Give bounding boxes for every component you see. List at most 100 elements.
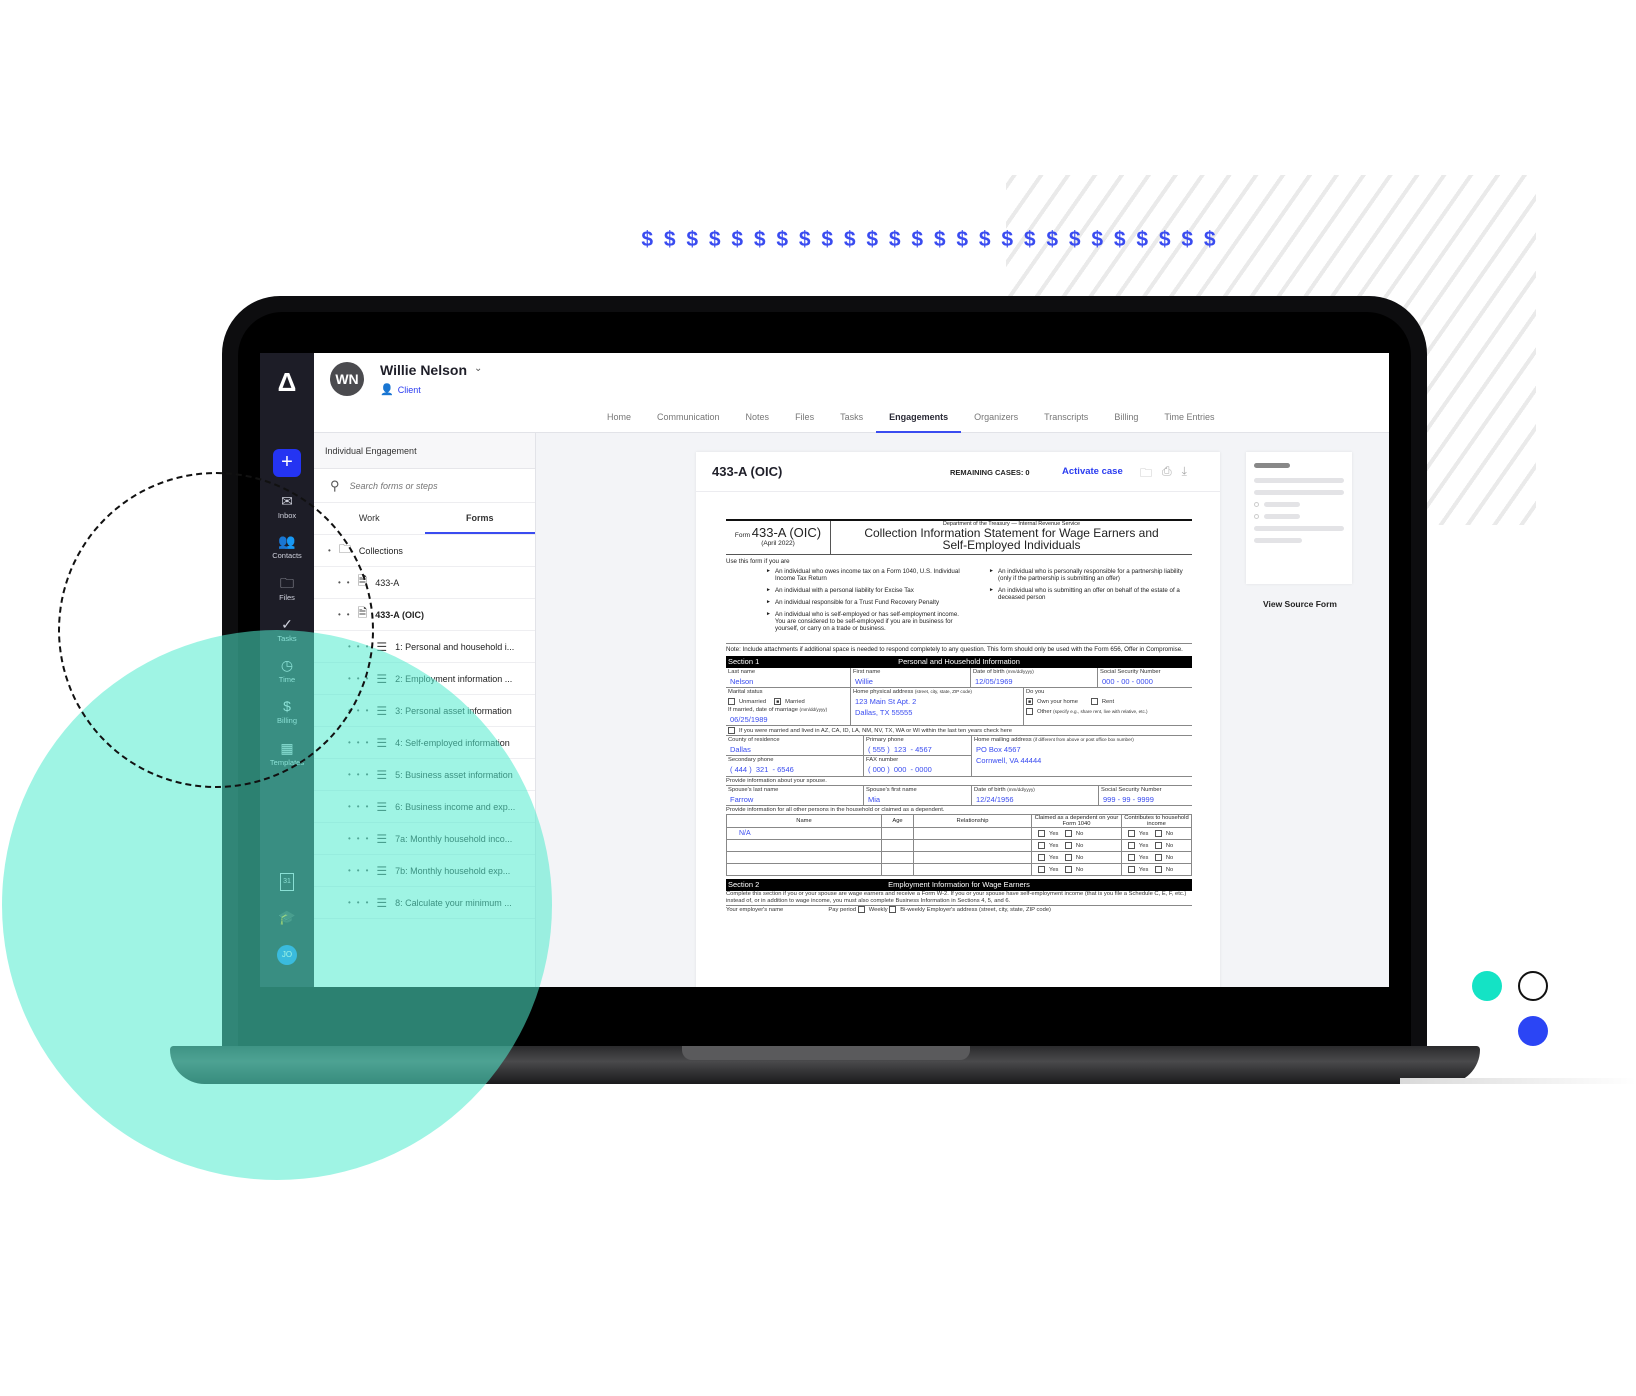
section-1-header: Section 1 Personal and Household Informa… [726, 656, 1192, 668]
household-age-cell[interactable] [881, 839, 914, 853]
household-name-cell[interactable] [726, 851, 882, 865]
tab-home[interactable]: Home [594, 407, 644, 433]
decorative-ring-dot [1518, 971, 1548, 1001]
use-if-bullet: An individual who is submitting an offer… [989, 587, 1192, 601]
download-icon[interactable]: ⤓ [1182, 464, 1187, 485]
dollar-sign-icon: $ [1001, 228, 1014, 251]
dollar-sign-icon: $ [888, 228, 901, 251]
work-forms-toggle: Work Forms [314, 503, 535, 535]
yes-checkbox[interactable] [1127, 830, 1135, 838]
household-name-cell[interactable] [726, 839, 882, 853]
dollar-sign-icon: $ [731, 228, 744, 251]
county-field[interactable]: County of residence Dallas [728, 737, 861, 754]
household-name-cell[interactable]: N/A [726, 827, 882, 841]
no-checkbox[interactable] [1064, 842, 1072, 850]
tree-item-label: 1: Personal and household i... [395, 641, 515, 652]
use-if-list: An individual who owes income tax on a F… [726, 565, 1192, 637]
household-row: Yes No Yes No [726, 863, 1193, 877]
no-checkbox[interactable] [1154, 854, 1162, 862]
use-if-bullet: An individual with a personal liability … [766, 587, 969, 594]
dollar-sign-icon: $ [776, 228, 789, 251]
yes-checkbox[interactable] [1127, 854, 1135, 862]
household-age-cell[interactable] [881, 827, 914, 841]
primary-phone-field[interactable]: Primary phone( 555 ) 123 - 4567 [866, 737, 969, 754]
tab-communication[interactable]: Communication [644, 407, 733, 433]
use-if-bullet: An individual who is personally responsi… [989, 568, 1192, 582]
rent-checkbox[interactable] [1090, 698, 1098, 705]
unmarried-checkbox[interactable] [728, 698, 735, 705]
mailing-address-field[interactable]: Home mailing address (if different from … [972, 736, 1192, 776]
dollar-sign-icon: $ [1068, 228, 1081, 251]
dollar-sign-icon: $ [933, 228, 946, 251]
folder-c-icon[interactable]: 🗀 [1140, 464, 1152, 485]
search-icon: ⚲ [330, 477, 340, 493]
spouse-first-name-field[interactable]: Spouse's first name Mia [864, 786, 972, 806]
spouse-last-name-field[interactable]: Spouse's last name Farrow [726, 786, 864, 806]
yes-checkbox[interactable] [1038, 854, 1045, 862]
household-relationship-cell[interactable] [913, 827, 1032, 841]
tab-organizers[interactable]: Organizers [961, 407, 1031, 433]
client-role: 👤 Client [380, 384, 421, 396]
household-relationship-cell[interactable] [913, 863, 1032, 877]
no-checkbox[interactable] [1154, 830, 1162, 838]
no-checkbox[interactable] [1064, 854, 1072, 862]
no-checkbox[interactable] [1154, 866, 1162, 874]
dollar-signs-row: $ $ $ $ $ $ $ $ $ $ $ $ $ $ $ $ $ $ $ $ $ $ $ $ $ $ [636, 228, 1221, 252]
household-age-cell[interactable] [881, 863, 914, 877]
dollar-sign-icon: $ [1046, 228, 1059, 251]
no-checkbox[interactable] [1064, 866, 1072, 874]
married-checkbox[interactable]: ■ [774, 698, 782, 705]
fax-field[interactable]: FAX number( 000 ) 000 - 0000 [864, 755, 971, 775]
tab-notes[interactable]: Notes [733, 407, 783, 433]
dollar-sign-icon: $ [821, 228, 834, 251]
marriage-date-value[interactable]: 06/25/1989 [728, 715, 848, 724]
spouse-dob-field[interactable]: Date of birth (mm/dd/yyyy) 12/24/1956 [972, 786, 1099, 806]
section-2-header: Section 2 Employment Information for Wag… [726, 879, 1192, 892]
dollar-sign-icon: $ [866, 228, 879, 251]
household-relationship-cell[interactable] [913, 851, 1032, 865]
last-name-field[interactable]: Last name Nelson [726, 668, 851, 687]
tab-tasks[interactable]: Tasks [827, 407, 876, 433]
chevron-down-icon[interactable]: ⌄ [474, 363, 482, 374]
use-if-bullet: An individual responsible for a Trust Fu… [766, 599, 969, 606]
search-input[interactable] [349, 480, 520, 491]
remaining-cases: REMAINING CASES: 0 [950, 468, 1030, 477]
household-age-cell[interactable] [881, 851, 914, 865]
yes-checkbox[interactable] [1038, 842, 1045, 850]
no-checkbox[interactable] [1154, 842, 1162, 850]
dollar-sign-icon: $ [1181, 228, 1194, 251]
secondary-phone-field[interactable]: Secondary phone( 444 ) 321 - 6546 [726, 755, 863, 775]
no-checkbox[interactable] [1064, 830, 1072, 838]
own-home-checkbox[interactable]: ■ [1026, 698, 1033, 705]
client-name[interactable]: Willie Nelson [380, 362, 467, 378]
other-checkbox[interactable] [1026, 708, 1033, 716]
dollar-sign-icon: $ [1136, 228, 1149, 251]
tab-transcripts[interactable]: Transcripts [1031, 407, 1101, 433]
print-icon[interactable]: ⎙ [1162, 464, 1172, 485]
ssn-field[interactable]: Social Security Number 000 - 00 - 0000 [1098, 668, 1192, 687]
yes-checkbox[interactable] [1038, 866, 1045, 874]
view-source-form-link[interactable]: View Source Form [1248, 599, 1352, 609]
household-relationship-cell[interactable] [913, 839, 1032, 853]
biweekly-checkbox[interactable] [889, 906, 897, 914]
new-button[interactable]: + [273, 449, 301, 477]
app-logo-icon[interactable]: Δ [275, 369, 299, 395]
yes-checkbox[interactable] [1127, 842, 1135, 850]
source-form-thumbnail[interactable] [1246, 452, 1352, 584]
dob-field[interactable]: Date of birth (mm/dd/yyyy) 12/05/1969 [971, 668, 1098, 687]
weekly-checkbox[interactable] [857, 906, 865, 914]
activate-case-link[interactable]: Activate case [1062, 466, 1123, 477]
tab-time-entries[interactable]: Time Entries [1151, 407, 1227, 433]
community-property-checkbox[interactable] [728, 727, 735, 735]
yes-checkbox[interactable] [1038, 830, 1045, 838]
first-name-field[interactable]: First name Willie [851, 668, 971, 687]
tab-engagements[interactable]: Engagements [876, 407, 962, 433]
decorative-teal-dot [1472, 971, 1502, 1001]
spouse-ssn-field[interactable]: Social Security Number 999 - 99 - 9999 [1099, 786, 1192, 805]
tab-billing[interactable]: Billing [1101, 407, 1151, 433]
home-address-field[interactable]: Home physical address (street, city, sta… [851, 688, 1024, 726]
tab-forms[interactable]: Forms [424, 503, 535, 534]
household-name-cell[interactable] [726, 863, 882, 877]
tab-files[interactable]: Files [782, 407, 827, 433]
yes-checkbox[interactable] [1127, 866, 1135, 874]
